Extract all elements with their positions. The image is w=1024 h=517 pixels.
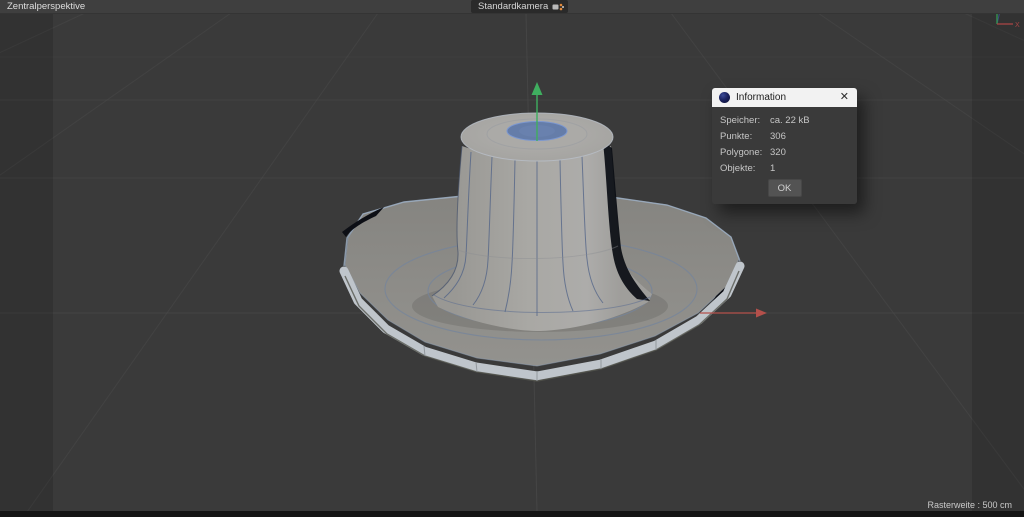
grid-size-status: Rasterweite : 500 cm (927, 500, 1012, 510)
row-label: Objekte: (720, 163, 770, 174)
ok-button[interactable]: OK (768, 179, 802, 197)
row-value: 1 (770, 163, 775, 174)
row-label: Speicher: (720, 115, 770, 126)
row-value: 306 (770, 131, 786, 142)
row-label: Punkte: (720, 131, 770, 142)
app-logo-icon (719, 92, 730, 103)
3d-viewport-canvas[interactable]: Y X (0, 0, 1024, 517)
information-dialog: Information ✕ Speicher: ca. 22 kB Punkte… (712, 88, 857, 204)
camera-name-label: Standardkamera (478, 1, 548, 12)
dialog-body: Speicher: ca. 22 kB Punkte: 306 Polygone… (712, 107, 857, 204)
dialog-title-bar[interactable]: Information ✕ (712, 88, 857, 107)
dialog-title: Information (736, 92, 838, 103)
viewport-window: Y X Zentralperspektive Standardkamera Ra… (0, 0, 1024, 517)
camera-selector-chip[interactable]: Standardkamera (471, 0, 568, 13)
row-label: Polygone: (720, 147, 770, 158)
info-row-objekte: Objekte: 1 (720, 163, 849, 174)
row-value: ca. 22 kB (770, 115, 810, 126)
bottom-edge-bar (0, 511, 1024, 517)
info-row-punkte: Punkte: 306 (720, 131, 849, 142)
gizmo-x-label: X (1015, 22, 1020, 29)
close-icon[interactable]: ✕ (838, 91, 851, 104)
viewport-header-bar: Zentralperspektive Standardkamera (0, 0, 1024, 14)
camera-icon (552, 2, 564, 12)
info-row-polygone: Polygone: 320 (720, 147, 849, 158)
row-value: 320 (770, 147, 786, 158)
info-row-speicher: Speicher: ca. 22 kB (720, 115, 849, 126)
view-menu-label[interactable]: Zentralperspektive (7, 1, 85, 12)
